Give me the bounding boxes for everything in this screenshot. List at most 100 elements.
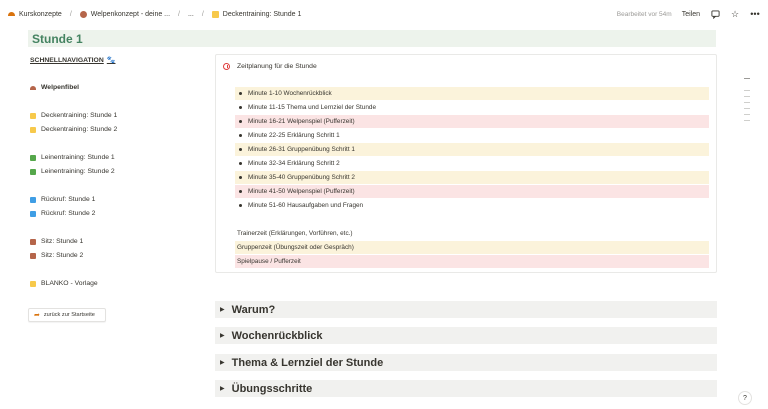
callout-header: Zeitplanung für die Stunde — [223, 63, 317, 70]
nav-item-deckentraining-1[interactable]: Deckentraining: Stunde 1 — [30, 112, 117, 119]
breadcrumb-separator: / — [69, 10, 72, 18]
yellow-square-icon — [211, 10, 219, 18]
nav-item-label: Leinentraining: Stunde 2 — [41, 168, 115, 175]
schedule-item-text: Minute 32-34 Erklärung Schritt 2 — [248, 160, 340, 167]
outline-tick[interactable] — [744, 78, 750, 79]
nav-item-rueckruf-1[interactable]: Rückruf: Stunde 1 — [30, 196, 95, 203]
help-button[interactable]: ? — [738, 391, 752, 405]
triangle-right-icon[interactable]: ▶ — [220, 385, 225, 392]
quick-navigation-heading: SCHNELLNAVIGATION 🐾 — [30, 56, 116, 65]
schedule-item-text: Minute 16-21 Welpenspiel (Pufferzeit) — [248, 118, 355, 125]
back-to-home-label: zurück zur Startseite — [43, 312, 95, 318]
nav-item-label: Rückruf: Stunde 2 — [41, 210, 96, 217]
brown-square-icon — [30, 238, 36, 245]
schedule-item: Minute 51-60 Hausaufgaben und Fragen — [235, 199, 709, 212]
page-title[interactable]: Stunde 1 — [32, 32, 83, 46]
share-button[interactable]: Teilen — [682, 11, 700, 18]
breadcrumb-separator: / — [201, 10, 204, 18]
schedule-item-text: Minute 11-15 Thema und Lernziel der Stun… — [248, 104, 377, 111]
nav-item-leinentraining-1[interactable]: Leinentraining: Stunde 1 — [30, 154, 115, 161]
outline-tick[interactable] — [744, 114, 750, 115]
nav-item-label: Rückruf: Stunde 1 — [41, 196, 96, 203]
breadcrumb-separator: / — [178, 10, 180, 18]
legend-item-text: Trainerzeit (Erklärungen, Vorführen, etc… — [237, 230, 353, 237]
triangle-right-icon[interactable]: ▶ — [220, 306, 225, 313]
schedule-item-text: Minute 26-31 Gruppenübung Schritt 1 — [248, 146, 355, 153]
blue-square-icon — [30, 196, 36, 203]
outline-tick[interactable] — [744, 120, 750, 121]
callout-title: Zeitplanung für die Stunde — [237, 63, 317, 70]
bullet-icon — [239, 92, 242, 95]
toggle-label: Thema & Lernziel der Stunde — [231, 356, 384, 369]
breadcrumb: Kurskonzepte / Welpenkonzept - deine ...… — [8, 10, 302, 18]
comment-icon[interactable] — [710, 9, 720, 19]
green-square-icon — [30, 168, 36, 175]
back-to-home-button[interactable]: ➦ zurück zur Startseite — [28, 308, 106, 322]
breadcrumb-item-ellipsis[interactable]: ... — [188, 11, 194, 18]
legend-item: Gruppenzeit (Übungszeit oder Gespräch) — [235, 241, 709, 254]
edited-timestamp: Bearbeitet vor 54m — [616, 10, 672, 18]
yellow-square-icon — [30, 126, 36, 133]
toggle-label: Übungsschritte — [231, 382, 313, 395]
bullet-icon — [239, 106, 242, 109]
triangle-right-icon[interactable]: ▶ — [220, 332, 225, 339]
schedule-item: Minute 26-31 Gruppenübung Schritt 1 — [235, 143, 709, 156]
breadcrumb-item-welpenkonzept[interactable]: Welpenkonzept - deine ... — [91, 11, 170, 18]
schedule-item: Minute 41-50 Welpenspiel (Pufferzeit) — [235, 185, 709, 198]
schedule-callout: Zeitplanung für die Stunde Minute 1-10 W… — [215, 54, 717, 273]
legend-item-text: Spielpause / Pufferzeit — [237, 258, 301, 265]
schedule-item-text: Minute 22-25 Erklärung Schritt 1 — [248, 132, 340, 139]
brown-square-icon — [30, 252, 36, 259]
schedule-item: Minute 32-34 Erklärung Schritt 2 — [235, 157, 709, 170]
top-bar: Kurskonzepte / Welpenkonzept - deine ...… — [0, 0, 768, 28]
schedule-item: Minute 1-10 Wochenrückblick — [235, 87, 709, 100]
nav-item-sitz-2[interactable]: Sitz: Stunde 2 — [30, 252, 83, 259]
legend-item-text: Gruppenzeit (Übungszeit oder Gespräch) — [237, 244, 354, 251]
yellow-square-icon — [30, 280, 36, 287]
toggle-thema-lernziel[interactable]: ▶ Thema & Lernziel der Stunde — [215, 354, 717, 371]
top-actions: Bearbeitet vor 54m Teilen ☆ ••• — [616, 9, 760, 20]
toggle-label: Wochenrückblick — [231, 329, 323, 342]
triangle-right-icon[interactable]: ▶ — [220, 359, 225, 366]
nav-item-label: Sitz: Stunde 1 — [41, 238, 84, 245]
nav-item-rueckruf-2[interactable]: Rückruf: Stunde 2 — [30, 210, 95, 217]
nav-item-label: Deckentraining: Stunde 1 — [41, 112, 118, 119]
nav-item-welpenfibel[interactable]: Welpenfibel — [30, 84, 79, 91]
schedule-item: Minute 11-15 Thema und Lernziel der Stun… — [235, 101, 709, 114]
yellow-square-icon — [30, 112, 36, 119]
nav-item-label: Welpenfibel — [41, 84, 80, 91]
page-title-bar: Stunde 1 — [28, 30, 716, 47]
outline-tick[interactable] — [744, 108, 750, 109]
arrow-icon: ➦ — [34, 312, 40, 319]
nav-item-deckentraining-2[interactable]: Deckentraining: Stunde 2 — [30, 126, 117, 133]
help-icon: ? — [743, 394, 747, 402]
nav-item-blanko-vorlage[interactable]: BLANKO - Vorlage — [30, 280, 98, 287]
quick-navigation: SCHNELLNAVIGATION 🐾 Welpenfibel Deckentr… — [30, 56, 200, 331]
outline-tick[interactable] — [744, 96, 750, 97]
nav-item-label: Sitz: Stunde 2 — [41, 252, 84, 259]
toggle-wochenrueckblick[interactable]: ▶ Wochenrückblick — [215, 327, 717, 344]
schedule-item-text: Minute 51-60 Hausaufgaben und Fragen — [248, 202, 364, 209]
paw-icon: 🐾 — [106, 57, 116, 64]
blue-square-icon — [30, 210, 36, 217]
nav-item-leinentraining-2[interactable]: Leinentraining: Stunde 2 — [30, 168, 115, 175]
more-icon[interactable]: ••• — [750, 9, 760, 19]
schedule-item: Minute 35-40 Gruppenübung Schritt 2 — [235, 171, 709, 184]
toggle-warum[interactable]: ▶ Warum? — [215, 301, 717, 318]
breadcrumb-item-current[interactable]: Deckentraining: Stunde 1 — [223, 11, 302, 18]
bullet-icon — [239, 176, 242, 179]
bullet-icon — [239, 134, 242, 137]
toggle-uebungsschritte[interactable]: ▶ Übungsschritte — [215, 380, 717, 397]
breadcrumb-item-kurskonzepte[interactable]: Kurskonzepte — [19, 11, 62, 18]
star-icon[interactable]: ☆ — [730, 9, 740, 19]
rainbow-icon — [8, 12, 15, 16]
schedule-item-text: Minute 1-10 Wochenrückblick — [248, 90, 332, 97]
nav-item-label: Deckentraining: Stunde 2 — [41, 126, 118, 133]
outline-tick[interactable] — [744, 102, 750, 103]
outline-tick[interactable] — [744, 90, 750, 91]
alarm-clock-icon — [223, 63, 230, 70]
bullet-icon — [239, 162, 242, 165]
schedule-item: Minute 16-21 Welpenspiel (Pufferzeit) — [235, 115, 709, 128]
bullet-icon — [239, 148, 242, 151]
nav-item-sitz-1[interactable]: Sitz: Stunde 1 — [30, 238, 83, 245]
